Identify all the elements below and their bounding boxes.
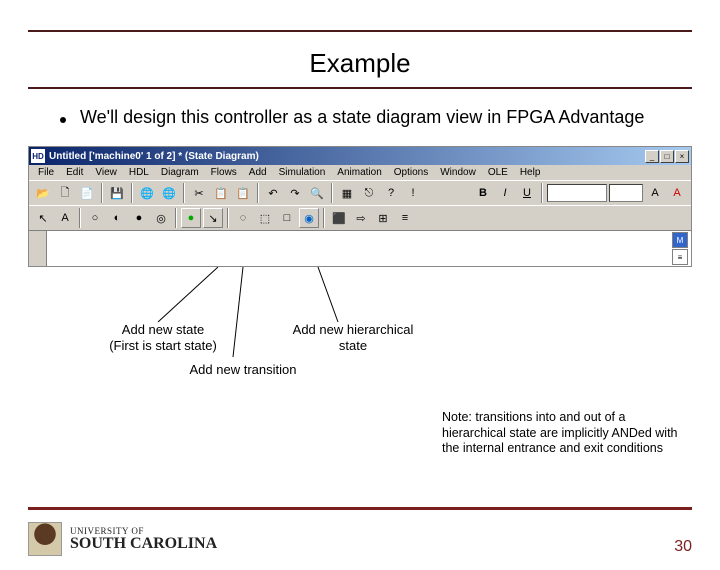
palette1-icon[interactable]: M	[672, 232, 688, 248]
bullet-list: We'll design this controller as a state …	[0, 89, 720, 138]
text-tool-icon[interactable]: A	[55, 208, 75, 228]
menu-options[interactable]: Options	[389, 166, 433, 179]
ruler-left	[29, 231, 47, 266]
maximize-button[interactable]: □	[660, 150, 674, 163]
open-icon[interactable]: 📂	[33, 183, 53, 203]
bullet-text: We'll design this controller as a state …	[80, 107, 644, 128]
state4-icon[interactable]: ◎	[151, 208, 171, 228]
titlebar: HD Untitled ['machine0' 1 of 2] * (State…	[29, 147, 691, 165]
newdoc-icon[interactable]: 📄	[77, 183, 97, 203]
separator-icon	[257, 183, 259, 203]
separator-icon	[331, 183, 333, 203]
about-icon[interactable]: !	[403, 183, 423, 203]
fontcolor-icon[interactable]: A	[667, 183, 687, 203]
menu-edit[interactable]: Edit	[61, 166, 88, 179]
bold-icon[interactable]: B	[473, 183, 493, 203]
logo-big-text: SOUTH CAROLINA	[70, 536, 217, 552]
menu-simulation[interactable]: Simulation	[274, 166, 331, 179]
help-icon[interactable]: ?	[381, 183, 401, 203]
title-block: Example	[0, 32, 720, 87]
fontsize-combo[interactable]	[609, 184, 643, 202]
palette2-icon[interactable]: ≡	[672, 249, 688, 265]
menu-add[interactable]: Add	[244, 166, 272, 179]
misc-icon[interactable]: ≡	[395, 208, 415, 228]
undo-icon[interactable]: ↶	[263, 183, 283, 203]
add-state-button[interactable]: ●	[181, 208, 201, 228]
grid-icon[interactable]: ▦	[337, 183, 357, 203]
annotation-area: Add new state (First is start state) Add…	[28, 267, 692, 417]
new-icon[interactable]: 🗋	[55, 183, 75, 203]
state1-icon[interactable]: ○	[85, 208, 105, 228]
separator-icon	[227, 208, 229, 228]
footer-rule	[28, 507, 692, 510]
globe2-icon[interactable]: 🌐	[159, 183, 179, 203]
separator-icon	[79, 208, 81, 228]
nav-icon[interactable]: ⎋	[359, 183, 379, 203]
menu-window[interactable]: Window	[435, 166, 481, 179]
box2-icon[interactable]: □	[277, 208, 297, 228]
footer: UNIVERSITY OF SOUTH CAROLINA 30	[28, 522, 692, 556]
menu-ole[interactable]: OLE	[483, 166, 513, 179]
callout-add-hier: Add new hierarchical state	[268, 322, 438, 353]
callout-add-transition: Add new transition	[158, 362, 328, 378]
add-transition-button[interactable]: ↘	[203, 208, 223, 228]
close-button[interactable]: ×	[675, 150, 689, 163]
app-window: HD Untitled ['machine0' 1 of 2] * (State…	[28, 146, 692, 267]
menu-view[interactable]: View	[90, 166, 122, 179]
menu-flows[interactable]: Flows	[206, 166, 242, 179]
logo-seal-icon	[28, 522, 62, 556]
redo-icon[interactable]: ↷	[285, 183, 305, 203]
junction-icon[interactable]: ◌	[233, 208, 253, 228]
menu-help[interactable]: Help	[515, 166, 546, 179]
underline-icon[interactable]: U	[517, 183, 537, 203]
slide-title: Example	[0, 48, 720, 79]
globe1-icon[interactable]: 🌐	[137, 183, 157, 203]
separator-icon	[131, 183, 133, 203]
add-hier-state-button[interactable]: ◉	[299, 208, 319, 228]
save-icon[interactable]: 💾	[107, 183, 127, 203]
canvas[interactable]: M ≡	[29, 230, 691, 266]
separator-icon	[323, 208, 325, 228]
toolbar-1: 📂 🗋 📄 💾 🌐 🌐 ✂ 📋 📋 ↶ ↷ 🔍 ▦ ⎋ ? ! B I U A …	[29, 180, 691, 205]
separator-icon	[101, 183, 103, 203]
state3-icon[interactable]: ●	[129, 208, 149, 228]
font-combo[interactable]	[547, 184, 607, 202]
university-logo: UNIVERSITY OF SOUTH CAROLINA	[28, 522, 217, 556]
minimize-button[interactable]: _	[645, 150, 659, 163]
menu-file[interactable]: File	[33, 166, 59, 179]
toolbar-2: ↖ A ○ ◐ ● ◎ ● ↘ ◌ ⬚ □ ◉ ⬛ ⇨ ⊞ ≡	[29, 205, 691, 230]
window-title: Untitled ['machine0' 1 of 2] * (State Di…	[49, 151, 645, 162]
state2-icon[interactable]: ◐	[107, 208, 127, 228]
menu-hdl[interactable]: HDL	[124, 166, 154, 179]
box3-icon[interactable]: ⬛	[329, 208, 349, 228]
menubar: File Edit View HDL Diagram Flows Add Sim…	[29, 165, 691, 180]
separator-icon	[541, 183, 543, 203]
menu-animation[interactable]: Animation	[332, 166, 386, 179]
fontstyle-icon[interactable]: A	[645, 183, 665, 203]
link-icon[interactable]: ⇨	[351, 208, 371, 228]
separator-icon	[183, 183, 185, 203]
bullet-dot-icon	[60, 117, 66, 123]
paste-icon[interactable]: 📋	[233, 183, 253, 203]
note-text: Note: transitions into and out of a hier…	[442, 410, 692, 457]
page-number: 30	[674, 538, 692, 556]
palette: M ≡	[672, 232, 690, 266]
cut-icon[interactable]: ✂	[189, 183, 209, 203]
find-icon[interactable]: 🔍	[307, 183, 327, 203]
box1-icon[interactable]: ⬚	[255, 208, 275, 228]
italic-icon[interactable]: I	[495, 183, 515, 203]
app-icon: HD	[31, 149, 45, 163]
callout-add-state: Add new state (First is start state)	[88, 322, 238, 353]
hier-icon[interactable]: ⊞	[373, 208, 393, 228]
copy-icon[interactable]: 📋	[211, 183, 231, 203]
separator-icon	[175, 208, 177, 228]
menu-diagram[interactable]: Diagram	[156, 166, 204, 179]
select-arrow-icon[interactable]: ↖	[33, 208, 53, 228]
